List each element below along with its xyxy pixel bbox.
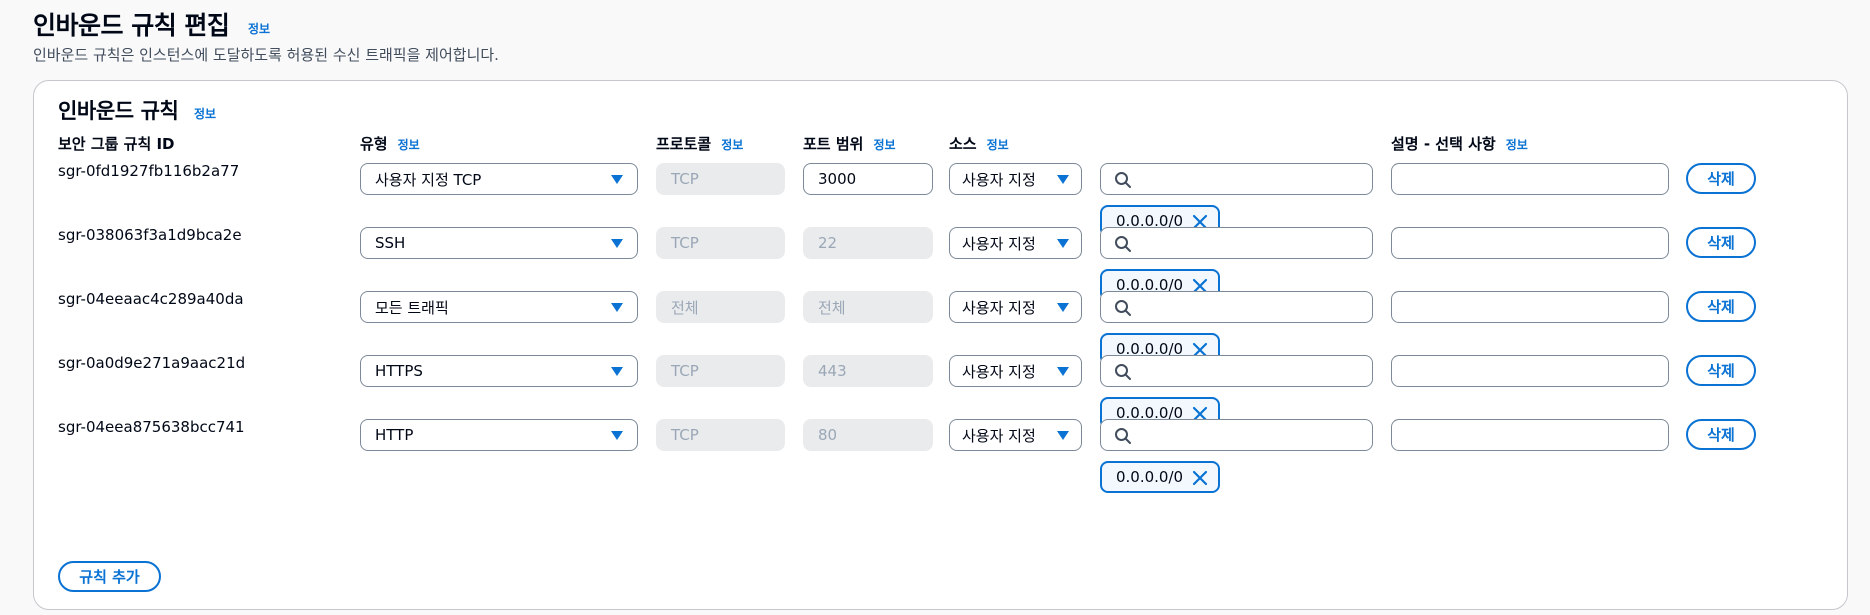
source-select-value: 사용자 지정 — [962, 362, 1036, 381]
protocol-field: TCP — [656, 419, 785, 451]
caret-down-icon — [611, 431, 623, 440]
type-select[interactable]: 모든 트래픽 — [360, 291, 638, 323]
type-select[interactable]: 사용자 지정 TCP — [360, 163, 638, 195]
source-select-value: 사용자 지정 — [962, 298, 1036, 317]
type-select-value: 모든 트래픽 — [375, 298, 449, 317]
page-info-link[interactable]: 정보 — [248, 20, 270, 37]
panel-info-link[interactable]: 정보 — [194, 105, 216, 122]
rule-id: sgr-0fd1927fb116b2a77 — [58, 162, 240, 180]
search-icon — [1115, 428, 1131, 444]
description-info-link[interactable]: 정보 — [1506, 138, 1528, 152]
column-header-description: 설명 - 선택 사항 정보 — [1391, 133, 1528, 154]
type-select[interactable]: HTTP — [360, 419, 638, 451]
protocol-field: TCP — [656, 227, 785, 259]
source-select[interactable]: 사용자 지정 — [949, 227, 1082, 259]
delete-rule-button[interactable]: 삭제 — [1686, 227, 1756, 258]
column-header-port-range: 포트 범위 정보 — [803, 133, 896, 154]
delete-rule-button[interactable]: 삭제 — [1686, 355, 1756, 386]
type-select-value: HTTP — [375, 426, 414, 444]
protocol-field: TCP — [656, 163, 785, 195]
type-info-link[interactable]: 정보 — [398, 138, 420, 152]
cidr-search-input[interactable] — [1100, 355, 1373, 387]
source-select-value: 사용자 지정 — [962, 170, 1036, 189]
protocol-field: 전체 — [656, 291, 785, 323]
rule-row: sgr-0a0d9e271a9aac21d HTTPS TCP 443 사용자 … — [34, 354, 1847, 429]
protocol-field: TCP — [656, 355, 785, 387]
column-header-rule-id: 보안 그룹 규칙 ID — [58, 133, 175, 154]
caret-down-icon — [1057, 175, 1069, 184]
column-header-port-range-label: 포트 범위 — [803, 135, 864, 153]
caret-down-icon — [1057, 367, 1069, 376]
panel-title: 인바운드 규칙 — [58, 99, 179, 123]
page-title: 인바운드 규칙 편집 — [33, 11, 230, 40]
delete-rule-button[interactable]: 삭제 — [1686, 291, 1756, 322]
description-input[interactable] — [1391, 419, 1669, 451]
rule-row: sgr-04eea875638bcc741 HTTP TCP 80 사용자 지정… — [34, 418, 1847, 493]
port-range-input: 443 — [803, 355, 933, 387]
source-select[interactable]: 사용자 지정 — [949, 419, 1082, 451]
caret-down-icon — [1057, 239, 1069, 248]
inbound-rules-panel: 인바운드 규칙 정보 보안 그룹 규칙 ID 유형 정보 프로토콜 정보 포트 범위… — [33, 80, 1848, 610]
search-icon — [1115, 300, 1131, 316]
port-range-input: 22 — [803, 227, 933, 259]
caret-down-icon — [611, 367, 623, 376]
column-header-protocol: 프로토콜 정보 — [656, 133, 743, 154]
type-select[interactable]: HTTPS — [360, 355, 638, 387]
caret-down-icon — [611, 239, 623, 248]
source-select[interactable]: 사용자 지정 — [949, 163, 1082, 195]
source-select[interactable]: 사용자 지정 — [949, 355, 1082, 387]
cidr-search-input[interactable] — [1100, 291, 1373, 323]
cidr-search-input[interactable] — [1100, 227, 1373, 259]
column-header-source: 소스 정보 — [949, 133, 1009, 154]
column-header-protocol-label: 프로토콜 — [656, 135, 712, 153]
caret-down-icon — [611, 175, 623, 184]
description-input[interactable] — [1391, 355, 1669, 387]
port-range-input: 80 — [803, 419, 933, 451]
page-description: 인바운드 규칙은 인스턴스에 도달하도록 허용된 수신 트래픽을 제어합니다. — [33, 46, 499, 64]
rule-id: sgr-038063f3a1d9bca2e — [58, 226, 242, 244]
rule-row: sgr-04eeaac4c289a40da 모든 트래픽 전체 전체 사용자 지… — [34, 290, 1847, 365]
cidr-search-input[interactable] — [1100, 419, 1373, 451]
type-select[interactable]: SSH — [360, 227, 638, 259]
cidr-search-input[interactable] — [1100, 163, 1373, 195]
caret-down-icon — [1057, 431, 1069, 440]
add-rule-button[interactable]: 규칙 추가 — [58, 561, 161, 592]
column-header-type: 유형 정보 — [360, 133, 420, 154]
cidr-token-label: 0.0.0.0/0 — [1116, 468, 1184, 486]
delete-rule-button[interactable]: 삭제 — [1686, 419, 1756, 450]
source-select-value: 사용자 지정 — [962, 234, 1036, 253]
caret-down-icon — [611, 303, 623, 312]
column-header-source-label: 소스 — [949, 135, 977, 153]
rule-id: sgr-0a0d9e271a9aac21d — [58, 354, 246, 372]
close-icon[interactable] — [1192, 470, 1208, 486]
port-range-input[interactable]: 3000 — [803, 163, 933, 195]
description-input[interactable] — [1391, 163, 1669, 195]
description-input[interactable] — [1391, 291, 1669, 323]
search-icon — [1115, 236, 1131, 252]
search-icon — [1115, 364, 1131, 380]
caret-down-icon — [1057, 303, 1069, 312]
port-range-info-link[interactable]: 정보 — [873, 138, 895, 152]
type-select-value: 사용자 지정 TCP — [375, 170, 482, 189]
port-range-input: 전체 — [803, 291, 933, 323]
type-select-value: SSH — [375, 234, 406, 252]
rule-row: sgr-0fd1927fb116b2a77 사용자 지정 TCP TCP 300… — [34, 162, 1847, 237]
rule-id: sgr-04eeaac4c289a40da — [58, 290, 244, 308]
column-header-description-label: 설명 - 선택 사항 — [1391, 135, 1496, 153]
source-select-value: 사용자 지정 — [962, 426, 1036, 445]
rule-row: sgr-038063f3a1d9bca2e SSH TCP 22 사용자 지정 … — [34, 226, 1847, 301]
type-select-value: HTTPS — [375, 362, 423, 380]
column-header-rule-id-label: 보안 그룹 규칙 ID — [58, 135, 175, 153]
description-input[interactable] — [1391, 227, 1669, 259]
source-select[interactable]: 사용자 지정 — [949, 291, 1082, 323]
protocol-info-link[interactable]: 정보 — [721, 138, 743, 152]
cidr-token: 0.0.0.0/0 — [1100, 461, 1220, 493]
column-header-type-label: 유형 — [360, 135, 388, 153]
delete-rule-button[interactable]: 삭제 — [1686, 163, 1756, 194]
source-info-link[interactable]: 정보 — [987, 138, 1009, 152]
search-icon — [1115, 172, 1131, 188]
rule-id: sgr-04eea875638bcc741 — [58, 418, 245, 436]
